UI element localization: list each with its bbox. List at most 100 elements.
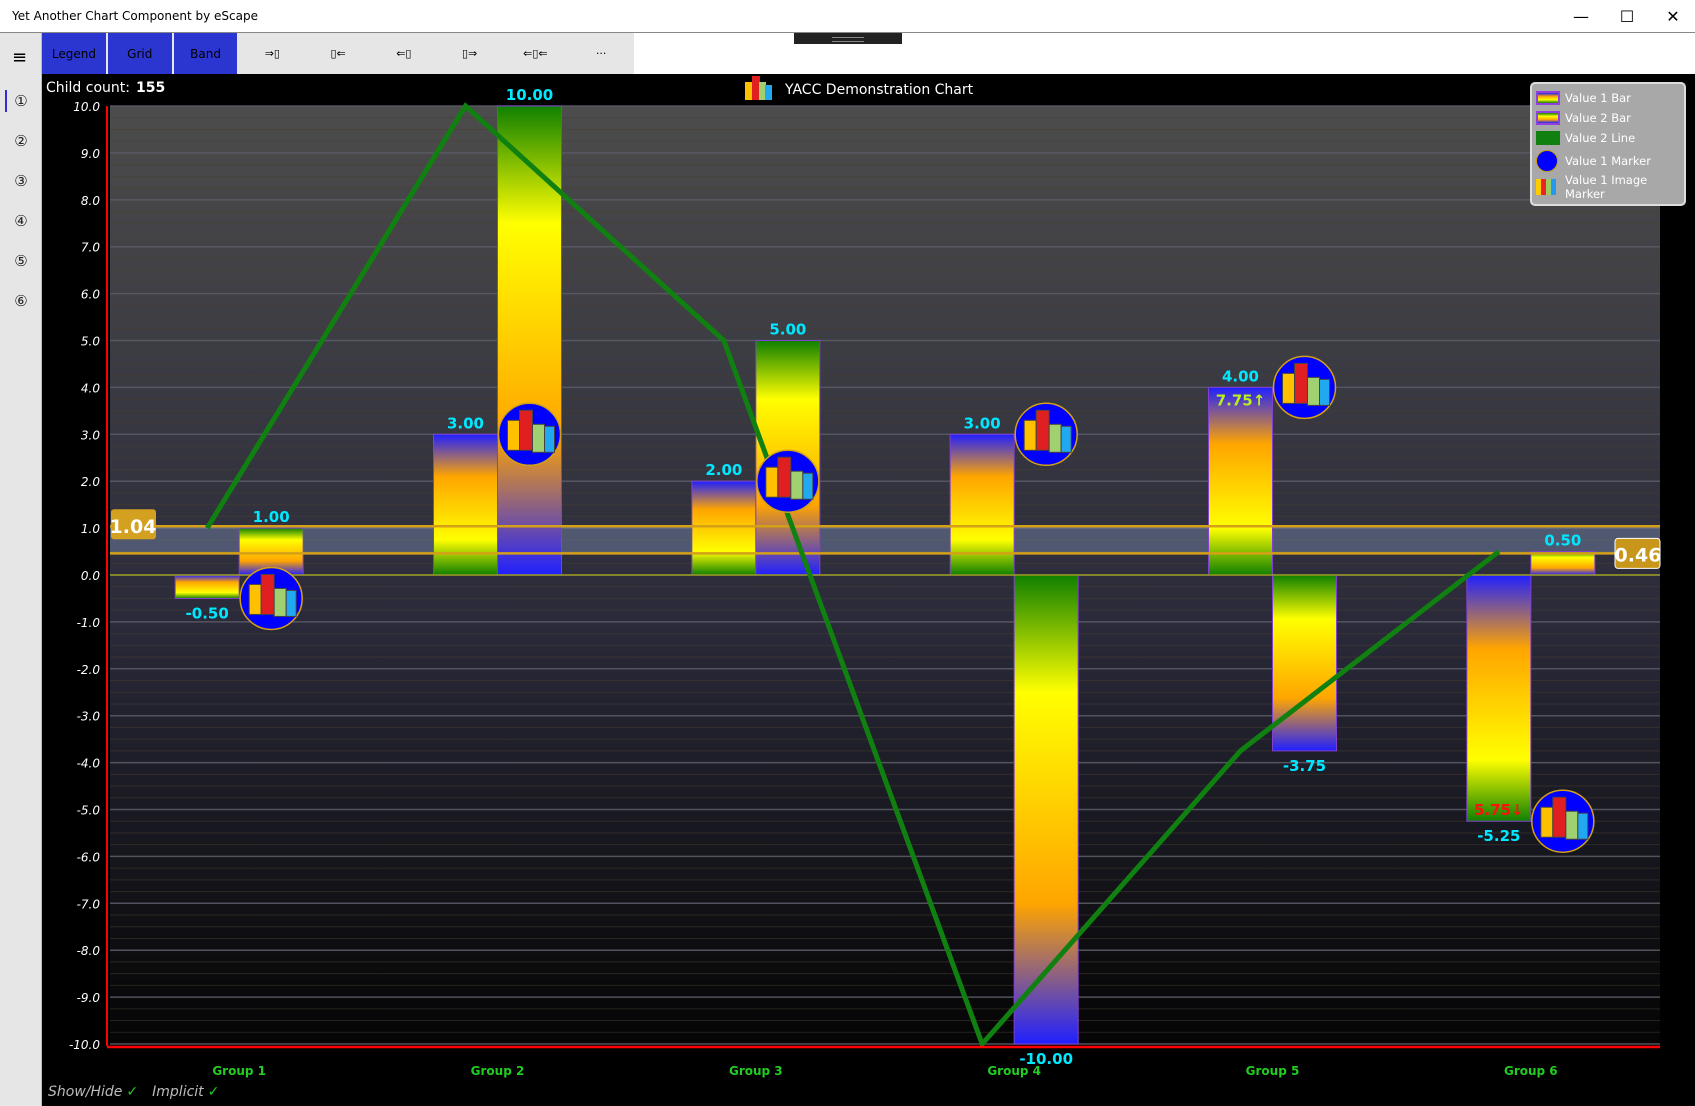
marker-bar: [777, 456, 792, 498]
marker-bar: [532, 423, 545, 453]
y-tick-label: -2.0: [77, 663, 101, 677]
value1-bar: [1466, 574, 1532, 822]
y-tick-label: -8.0: [77, 944, 101, 958]
toolbar-button-5[interactable]: ⇐▯: [371, 33, 437, 74]
nav-item-5[interactable]: ⑤: [0, 246, 42, 276]
marker-bar: [1035, 409, 1050, 451]
band: [110, 526, 1660, 554]
child-count-label: Child count:: [46, 80, 130, 96]
value2-bar: [497, 105, 562, 576]
value-label: 4.00: [1222, 367, 1259, 385]
marker-bar: [1552, 796, 1567, 838]
legend-label: Value 2 Line: [1565, 131, 1636, 145]
toolbar-button-7[interactable]: ⇐▯⇐: [502, 33, 568, 74]
minimize-button[interactable]: —: [1558, 4, 1604, 30]
value-label: 3.00: [964, 414, 1001, 432]
marker-bar: [1282, 372, 1295, 404]
title-bar: Yet Another Chart Component by eScape — …: [0, 0, 1695, 33]
value-label: 10.00: [506, 86, 553, 104]
image-marker-icon: [239, 566, 303, 631]
y-tick-label: -10.0: [69, 1038, 100, 1052]
nav-sidebar: ≡ ① ② ③ ④ ⑤ ⑥: [0, 33, 42, 1106]
image-marker-icon: [756, 449, 820, 513]
band-low-label: 0.46: [1615, 544, 1662, 566]
legend-label: Value 1 Bar: [1565, 91, 1631, 105]
maximize-button[interactable]: ☐: [1604, 4, 1650, 30]
x-category-label: Group 1: [212, 1064, 266, 1078]
image-marker-icon: [497, 402, 562, 467]
chart-area: 10.0 9.0 8.0 7.0 6.0 5.0 4.0 3.0 2.0 1.0 0.0 -1.0 -2…: [42, 74, 1695, 1106]
y-tick-label: -5.0: [77, 804, 101, 818]
y-tick-label: 0.0: [81, 569, 100, 583]
y-tick-label: 10.0: [73, 100, 100, 114]
marker-bar: [507, 419, 520, 451]
band-high-label: 1.04: [110, 516, 157, 538]
value1-bar: [691, 480, 757, 576]
image-marker-icon: [1531, 789, 1595, 853]
value-label: -5.25: [1477, 827, 1520, 845]
legend: Value 1 Bar Value 2 Bar Value 2 Line Value …: [1530, 82, 1686, 206]
y-tick-label: 6.0: [81, 288, 100, 302]
marker-swatch-icon: [1536, 150, 1558, 172]
value2-bar: [1530, 551, 1596, 576]
y-tick-label: 7.0: [81, 241, 100, 255]
y-tick-label: 5.0: [81, 335, 100, 349]
toolbar-button-8[interactable]: ···: [568, 33, 634, 74]
value-label: 5.00: [769, 321, 806, 339]
legend-item[interactable]: Value 1 Image Marker: [1536, 173, 1680, 201]
value1-bar: [1208, 386, 1273, 576]
toolbar-button-3[interactable]: ⇒▯: [239, 33, 305, 74]
legend-item[interactable]: Value 2 Bar: [1536, 108, 1680, 128]
marker-bar: [1565, 810, 1579, 840]
marker-bar: [1319, 378, 1330, 406]
value2-bar: [1272, 574, 1337, 752]
x-category-label: Group 3: [729, 1064, 783, 1078]
value1-bar: [174, 574, 240, 599]
x-category-label: Group 6: [1504, 1064, 1558, 1078]
logo-bar: [745, 82, 753, 100]
toolbar-button-1[interactable]: Grid: [107, 33, 172, 74]
marker-bar: [248, 583, 262, 615]
toolbar-button-0[interactable]: Legend: [42, 33, 106, 74]
y-tick-label: 3.0: [81, 428, 100, 442]
marker-bar: [790, 470, 804, 500]
toolbar-button-4[interactable]: ▯⇐: [305, 33, 371, 74]
y-tick-label: -3.0: [77, 710, 101, 724]
close-button[interactable]: ✕: [1650, 4, 1695, 30]
legend-item[interactable]: Value 1 Bar: [1536, 88, 1680, 108]
x-category-label: Group 4: [987, 1064, 1041, 1078]
logo-bar: [765, 85, 772, 100]
marker-bar: [1540, 806, 1554, 838]
value-label: 0.50: [1544, 532, 1581, 550]
menu-icon[interactable]: ≡: [12, 47, 27, 68]
show-hide-label[interactable]: Show/Hide: [48, 1084, 122, 1100]
bar2-swatch-icon: [1536, 111, 1560, 125]
drag-handle[interactable]: [794, 33, 902, 44]
toolbar-button-2[interactable]: Band: [173, 33, 238, 74]
marker-bar: [1023, 419, 1037, 451]
marker-bar: [285, 589, 297, 617]
toolbar-button-6[interactable]: ▯⇒: [437, 33, 503, 74]
logo-bar: [759, 82, 766, 100]
y-tick-label: 8.0: [81, 194, 100, 208]
nav-item-1[interactable]: ①: [0, 86, 42, 116]
legend-item[interactable]: Value 2 Line: [1536, 128, 1680, 148]
value-label: -3.75: [1283, 757, 1326, 775]
marker-bar: [273, 587, 287, 617]
y-tick-label: -6.0: [77, 850, 101, 864]
toolbar: Legend Grid Band ⇒▯ ▯⇐ ⇐▯ ▯⇒ ⇐▯⇐ ···: [42, 33, 634, 74]
nav-item-3[interactable]: ③: [0, 166, 42, 196]
legend-item[interactable]: Value 1 Marker: [1536, 148, 1680, 174]
logo-bar: [752, 76, 760, 100]
chart-title-logo-icon: [745, 76, 772, 100]
nav-item-2[interactable]: ②: [0, 126, 42, 156]
x-category-label: Group 5: [1246, 1064, 1300, 1078]
nav-item-4[interactable]: ④: [0, 206, 42, 236]
check-icon: ✓: [126, 1084, 139, 1100]
marker-bar: [802, 472, 814, 500]
marker-bar: [260, 573, 275, 615]
nav-item-6[interactable]: ⑥: [0, 286, 42, 316]
marker-bar: [765, 466, 779, 498]
child-count-value: 155: [135, 80, 166, 96]
implicit-label[interactable]: Implicit: [152, 1084, 204, 1100]
